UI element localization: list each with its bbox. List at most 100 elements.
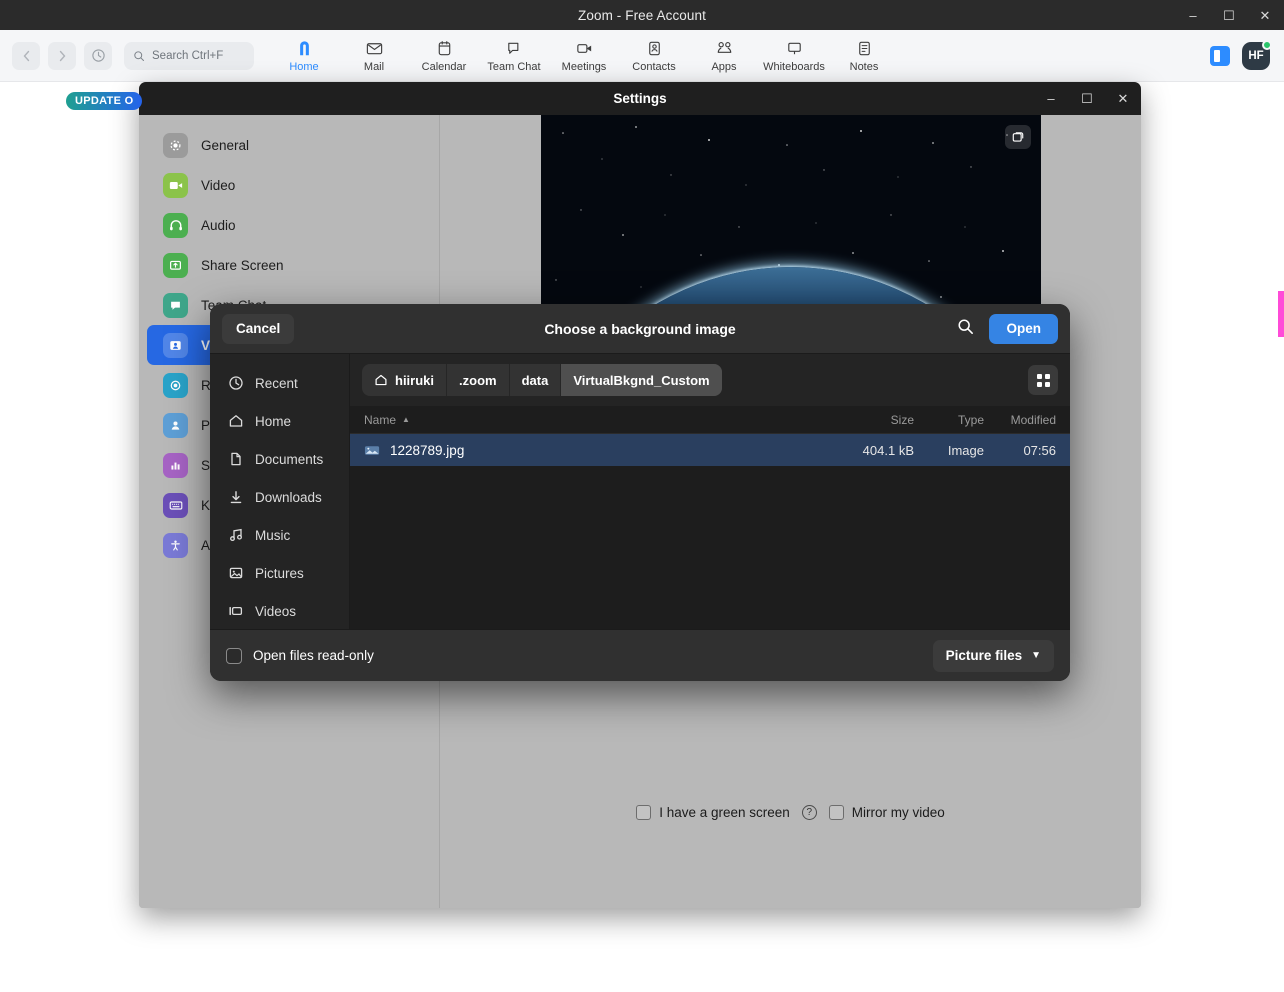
green-screen-label: I have a green screen <box>659 805 790 820</box>
file-chooser-header-actions: Open <box>956 314 1058 344</box>
file-chooser-body: Recent Home Documents Downloads Music <box>210 354 1070 629</box>
avatar[interactable]: HF <box>1242 42 1270 70</box>
tab-mail-label: Mail <box>364 61 384 73</box>
zoom-toolbar: Search Ctrl+F Home Mail Calendar <box>0 30 1284 82</box>
settings-close-button[interactable]: ✕ <box>1115 91 1131 107</box>
file-browser: hiiruki .zoom data VirtualBkgnd_Custom <box>350 354 1070 629</box>
update-badge[interactable]: UPDATE O <box>66 92 142 110</box>
tab-notes[interactable]: Notes <box>830 32 898 80</box>
history-button[interactable] <box>84 42 112 70</box>
sidebar-item-general[interactable]: General <box>147 125 431 165</box>
tab-notes-label: Notes <box>850 61 879 73</box>
breadcrumb-zoom[interactable]: .zoom <box>447 364 510 396</box>
mirror-video-option[interactable]: Mirror my video <box>829 805 945 820</box>
record-icon <box>163 373 188 398</box>
settings-titlebar: Settings – ☐ ✕ <box>139 82 1141 115</box>
place-videos[interactable]: Videos <box>210 592 349 630</box>
back-button[interactable] <box>12 42 40 70</box>
tab-contacts-label: Contacts <box>632 61 675 73</box>
read-only-label: Open files read-only <box>253 648 374 663</box>
place-videos-label: Videos <box>255 604 296 619</box>
image-icon <box>228 565 244 581</box>
calendar-icon <box>435 38 454 58</box>
tab-calendar[interactable]: Calendar <box>410 32 478 80</box>
tab-whiteboards-label: Whiteboards <box>763 61 825 73</box>
close-button[interactable]: ✕ <box>1254 4 1276 26</box>
side-panel-icon[interactable] <box>1210 46 1230 66</box>
breadcrumb-hiiruki[interactable]: hiiruki <box>362 364 447 396</box>
mirror-video-checkbox[interactable] <box>829 805 844 820</box>
grid-view-icon[interactable] <box>1028 365 1058 395</box>
file-name-text: 1228789.jpg <box>390 443 464 458</box>
column-header-modified[interactable]: Modified <box>984 413 1070 427</box>
contacts-icon <box>645 38 664 58</box>
headphones-icon <box>163 213 188 238</box>
main-tabs: Home Mail Calendar Team Chat <box>270 32 898 80</box>
minimize-button[interactable]: – <box>1182 4 1204 26</box>
place-music[interactable]: Music <box>210 516 349 554</box>
sidebar-item-video-label: Video <box>201 178 235 193</box>
sidebar-item-share-screen[interactable]: Share Screen <box>147 245 431 285</box>
tab-meetings[interactable]: Meetings <box>550 32 618 80</box>
file-name-cell: 1228789.jpg <box>350 443 822 458</box>
file-filter-dropdown[interactable]: Picture files ▼ <box>933 640 1054 672</box>
place-documents[interactable]: Documents <box>210 440 349 478</box>
place-downloads[interactable]: Downloads <box>210 478 349 516</box>
breadcrumb-virtualbkgnd-custom[interactable]: VirtualBkgnd_Custom <box>561 364 721 396</box>
forward-button[interactable] <box>48 42 76 70</box>
search-placeholder-text: Search Ctrl+F <box>152 50 223 62</box>
sidebar-item-video[interactable]: Video <box>147 165 431 205</box>
sidebar-item-audio[interactable]: Audio <box>147 205 431 245</box>
place-pictures[interactable]: Pictures <box>210 554 349 592</box>
rotate-camera-icon[interactable] <box>1005 125 1031 149</box>
tab-contacts[interactable]: Contacts <box>620 32 688 80</box>
place-home[interactable]: Home <box>210 402 349 440</box>
tab-team-chat[interactable]: Team Chat <box>480 32 548 80</box>
settings-maximize-button[interactable]: ☐ <box>1079 91 1095 107</box>
camera-icon <box>163 173 188 198</box>
read-only-checkbox[interactable] <box>226 648 242 664</box>
sidebar-item-audio-label: Audio <box>201 218 236 233</box>
places-sidebar: Recent Home Documents Downloads Music <box>210 354 350 629</box>
search-input[interactable]: Search Ctrl+F <box>124 42 254 70</box>
settings-minimize-button[interactable]: – <box>1043 91 1059 106</box>
tab-apps[interactable]: Apps <box>690 32 758 80</box>
place-home-label: Home <box>255 414 291 429</box>
place-recent-label: Recent <box>255 376 298 391</box>
nav-buttons <box>12 42 112 70</box>
place-documents-label: Documents <box>255 452 323 467</box>
sort-ascending-icon: ▲ <box>402 415 410 424</box>
green-screen-checkbox[interactable] <box>636 805 651 820</box>
settings-window-controls: – ☐ ✕ <box>1043 82 1131 115</box>
breadcrumb-hiiruki-label: hiiruki <box>395 373 434 388</box>
column-header-name[interactable]: Name ▲ <box>350 413 822 427</box>
tab-home[interactable]: Home <box>270 32 338 80</box>
chat-icon <box>505 38 524 58</box>
tab-whiteboards[interactable]: Whiteboards <box>760 32 828 80</box>
video-icon <box>228 603 244 619</box>
open-button[interactable]: Open <box>989 314 1058 344</box>
cancel-button[interactable]: Cancel <box>222 314 294 344</box>
file-list-header: Name ▲ Size Type Modified <box>350 406 1070 434</box>
tab-calendar-label: Calendar <box>422 61 467 73</box>
file-chooser-header: Cancel Choose a background image Open <box>210 304 1070 354</box>
search-icon <box>133 50 145 62</box>
table-row[interactable]: 1228789.jpg 404.1 kB Image 07:56 <box>350 434 1070 466</box>
question-mark-icon[interactable]: ? <box>802 805 817 820</box>
place-recent[interactable]: Recent <box>210 364 349 402</box>
read-only-option[interactable]: Open files read-only <box>226 648 374 664</box>
green-screen-option[interactable]: I have a green screen <box>636 805 790 820</box>
maximize-button[interactable]: ☐ <box>1218 4 1240 26</box>
image-file-icon <box>364 443 381 457</box>
column-header-type[interactable]: Type <box>914 413 984 427</box>
document-icon <box>228 451 244 467</box>
search-icon[interactable] <box>956 317 975 341</box>
sidebar-item-share-screen-label: Share Screen <box>201 258 284 273</box>
update-badge-label: UPDATE O <box>75 95 133 107</box>
place-music-label: Music <box>255 528 290 543</box>
tab-meetings-label: Meetings <box>562 61 607 73</box>
breadcrumb-data[interactable]: data <box>510 364 562 396</box>
column-header-size[interactable]: Size <box>822 413 914 427</box>
music-note-icon <box>228 527 244 543</box>
tab-mail[interactable]: Mail <box>340 32 408 80</box>
